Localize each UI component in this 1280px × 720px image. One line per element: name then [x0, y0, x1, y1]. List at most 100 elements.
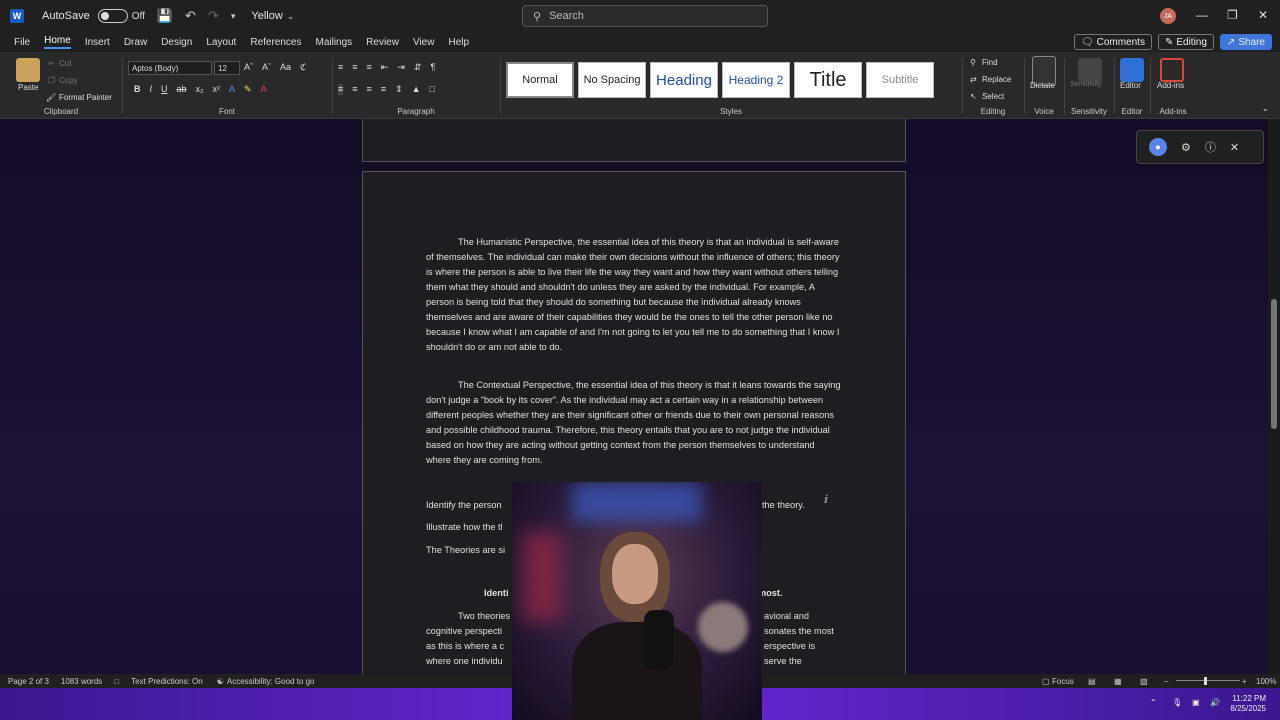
- para3-line1-left[interactable]: Two theories: [458, 609, 518, 624]
- style-normal[interactable]: Normal: [506, 62, 574, 98]
- microphone-icon[interactable]: ●: [1149, 138, 1167, 156]
- style-heading-2[interactable]: Heading 2: [722, 62, 790, 98]
- bullets-icon[interactable]: ≡: [338, 62, 343, 73]
- cut-button[interactable]: Cut: [59, 59, 71, 68]
- para3-line4-right[interactable]: serve the: [764, 654, 844, 669]
- line-illustrate[interactable]: Illustrate how the tl: [426, 520, 516, 535]
- search-input[interactable]: ⚲ Search: [522, 5, 768, 27]
- settings-gear-icon[interactable]: ⚙: [1181, 141, 1191, 154]
- restore-icon[interactable]: ❐: [1227, 8, 1238, 22]
- zoom-out-icon[interactable]: −: [1164, 677, 1169, 686]
- sensitivity-button[interactable]: Sensitivity: [1070, 81, 1102, 88]
- zoom-slider[interactable]: [1176, 680, 1240, 681]
- copy-button[interactable]: Copy: [59, 76, 78, 85]
- find-icon[interactable]: ⚲: [970, 58, 976, 67]
- multilevel-list-icon[interactable]: ≡: [367, 62, 372, 73]
- para3-line4-left[interactable]: where one individu: [426, 654, 516, 669]
- editing-mode-button[interactable]: ✎ Editing: [1157, 34, 1214, 50]
- microphone-tray-icon[interactable]: 🎙: [1172, 698, 1182, 707]
- read-mode-icon[interactable]: ▤: [1088, 677, 1096, 686]
- shrink-font-icon[interactable]: Aˇ: [262, 62, 271, 73]
- decrease-indent-icon[interactable]: ⇤: [381, 62, 389, 73]
- justify-icon[interactable]: ≡: [381, 84, 386, 95]
- line-identify-right[interactable]: the theory.: [762, 498, 842, 513]
- chevron-up-icon[interactable]: ⌃: [1150, 698, 1157, 707]
- paste-icon[interactable]: [16, 58, 40, 82]
- increase-indent-icon[interactable]: ⇥: [397, 62, 405, 73]
- cut-icon[interactable]: ✂: [48, 59, 55, 68]
- replace-icon[interactable]: ⇄: [970, 75, 977, 84]
- format-painter-icon[interactable]: 🖌: [46, 93, 56, 102]
- para3-line2-right[interactable]: sonates the most: [764, 624, 844, 639]
- style-subtitle[interactable]: Subtitle: [866, 62, 934, 98]
- style-title[interactable]: Title: [794, 62, 862, 98]
- collapse-ribbon-icon[interactable]: ⌄: [1262, 104, 1269, 113]
- borders-icon[interactable]: □: [430, 84, 435, 95]
- scroll-thumb[interactable]: [1271, 299, 1277, 429]
- paragraph-humanistic[interactable]: The Humanistic Perspective, the essentia…: [426, 235, 842, 355]
- heading-right[interactable]: most.: [758, 586, 798, 601]
- tab-review[interactable]: Review: [366, 37, 399, 48]
- find-button[interactable]: Find: [982, 58, 998, 67]
- page-count[interactable]: Page 2 of 3: [8, 677, 49, 686]
- highlight-icon[interactable]: ✎: [244, 84, 252, 95]
- editor-icon[interactable]: [1120, 58, 1144, 82]
- style-no-spacing[interactable]: No Spacing: [578, 62, 646, 98]
- format-painter-button[interactable]: Format Painter: [59, 93, 112, 102]
- show-formatting-icon[interactable]: ¶: [430, 62, 435, 73]
- replace-button[interactable]: Replace: [982, 75, 1011, 84]
- volume-icon[interactable]: 🔊: [1210, 698, 1220, 707]
- autosave-toggle[interactable]: [97, 9, 128, 23]
- select-icon[interactable]: ↖: [970, 92, 977, 101]
- focus-button[interactable]: Focus: [1052, 677, 1074, 686]
- tab-insert[interactable]: Insert: [85, 37, 110, 48]
- tab-references[interactable]: References: [250, 37, 301, 48]
- tab-draw[interactable]: Draw: [124, 37, 147, 48]
- system-clock[interactable]: 11:22 PM 8/25/2025: [1230, 694, 1266, 714]
- help-icon[interactable]: ⓘ: [1205, 139, 1216, 155]
- select-button[interactable]: Select: [982, 92, 1004, 101]
- paragraph-contextual[interactable]: The Contextual Perspective, the essentia…: [426, 378, 842, 468]
- tab-design[interactable]: Design: [161, 37, 192, 48]
- superscript-icon[interactable]: x²: [213, 84, 221, 95]
- clear-format-icon[interactable]: ℭ: [300, 62, 306, 73]
- tab-file[interactable]: File: [14, 37, 30, 48]
- web-layout-icon[interactable]: ▧: [1140, 677, 1148, 686]
- zoom-level[interactable]: 100%: [1256, 677, 1276, 686]
- grow-font-icon[interactable]: Aˆ: [244, 62, 253, 73]
- font-color-icon[interactable]: A: [261, 84, 267, 95]
- font-name-select[interactable]: Aptos (Body): [128, 61, 212, 75]
- para3-line1-right[interactable]: avioral and: [764, 609, 844, 624]
- bold-icon[interactable]: B: [134, 84, 141, 95]
- para3-line2-left[interactable]: cognitive perspecti: [426, 624, 516, 639]
- close-icon[interactable]: ✕: [1258, 8, 1268, 22]
- undo-icon[interactable]: ↶: [185, 8, 196, 24]
- tab-view[interactable]: View: [413, 37, 435, 48]
- save-icon[interactable]: 💾: [157, 8, 173, 24]
- style-heading[interactable]: Heading: [650, 62, 718, 98]
- align-right-icon[interactable]: ≡: [367, 84, 372, 95]
- document-name[interactable]: Yellow: [251, 10, 282, 22]
- subscript-icon[interactable]: x₂: [196, 84, 204, 95]
- tab-layout[interactable]: Layout: [206, 37, 236, 48]
- accessibility-status[interactable]: Accessibility: Good to go: [227, 677, 315, 686]
- comments-button[interactable]: 🗨 Comments: [1073, 34, 1152, 50]
- change-case-icon[interactable]: Aa: [280, 62, 291, 73]
- zoom-in-icon[interactable]: +: [1242, 677, 1247, 686]
- chevron-down-icon[interactable]: ⌄: [287, 11, 295, 22]
- addins-button[interactable]: Add-ins: [1157, 81, 1184, 90]
- avatar[interactable]: JA: [1160, 8, 1176, 24]
- zoom-slider-thumb[interactable]: [1204, 677, 1207, 685]
- text-effects-icon[interactable]: A: [229, 84, 235, 95]
- italic-icon[interactable]: I: [150, 84, 153, 95]
- para3-line3-right[interactable]: erspective is: [764, 639, 844, 654]
- close-dictation-icon[interactable]: ✕: [1230, 141, 1239, 154]
- text-predictions[interactable]: Text Predictions: On: [131, 677, 203, 686]
- align-left-icon[interactable]: ≡: [338, 84, 344, 95]
- sort-icon[interactable]: ⇵: [414, 62, 422, 73]
- editor-button[interactable]: Editor: [1120, 81, 1141, 90]
- addins-icon[interactable]: [1160, 58, 1184, 82]
- display-tray-icon[interactable]: ▣: [1192, 698, 1200, 707]
- tab-mailings[interactable]: Mailings: [315, 37, 352, 48]
- shading-icon[interactable]: ▲: [412, 84, 421, 95]
